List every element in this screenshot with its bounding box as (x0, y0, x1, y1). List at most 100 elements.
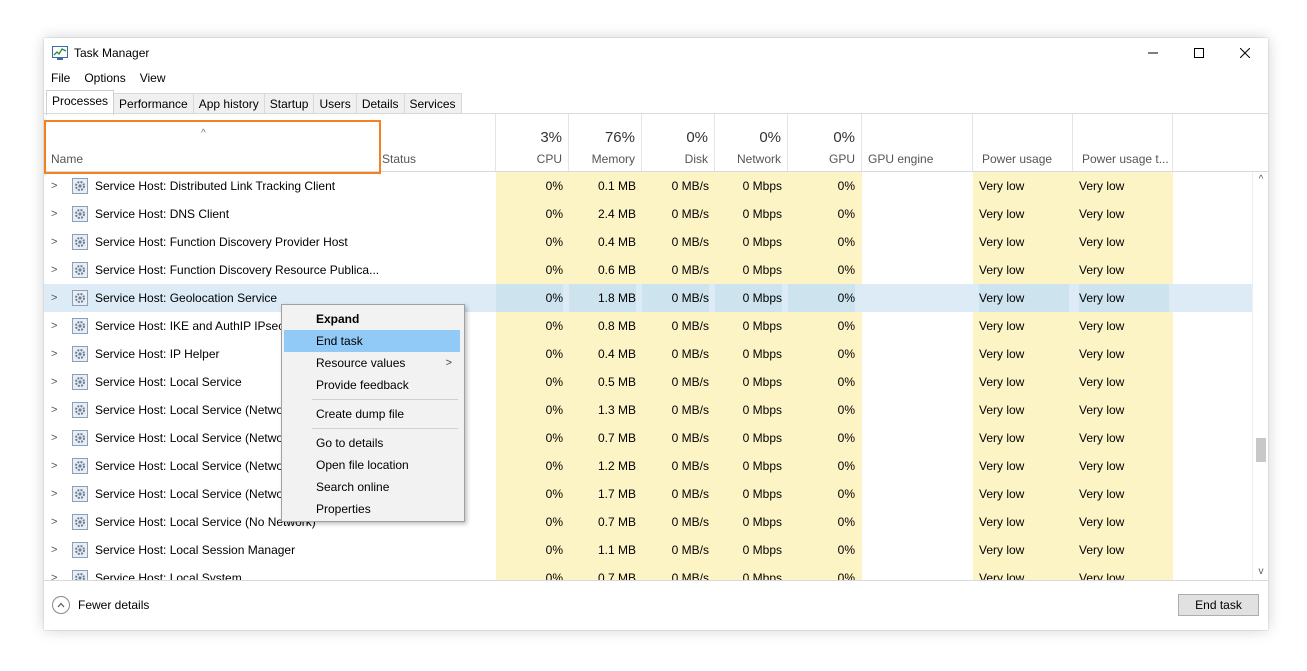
gpu-column-header[interactable]: 0% GPU (788, 114, 862, 171)
disk-cell: 0 MB/s (671, 263, 709, 277)
table-row[interactable]: > Service Host: Function Discovery Provid… (44, 228, 1252, 256)
table-row[interactable]: > Service Host: Local Service 0% 0.5 MB 0 MB… (44, 368, 1252, 396)
disk-cell: 0 MB/s (671, 375, 709, 389)
close-button[interactable] (1222, 38, 1268, 68)
cpu-cell: 0% (545, 403, 563, 417)
expand-chevron-icon[interactable]: > (51, 172, 57, 200)
gpu-engine-column-label: GPU engine (868, 152, 934, 166)
tab-app-history[interactable]: App history (192, 93, 265, 114)
task-manager-app-icon (52, 46, 68, 60)
expand-chevron-icon[interactable]: > (51, 200, 57, 228)
table-row[interactable]: > Service Host: Distributed Link Tracking… (44, 172, 1252, 200)
service-gear-icon (72, 430, 88, 446)
fewer-details-link[interactable]: Fewer details (52, 596, 149, 614)
menu-item-resource-values[interactable]: Resource values > (284, 352, 460, 374)
table-row[interactable]: > Service Host: Local Service (Networ 0% 0.… (44, 424, 1252, 452)
memory-column-header[interactable]: 76% Memory (569, 114, 642, 171)
menu-item-search-online[interactable]: Search online (284, 476, 460, 498)
menu-file[interactable]: File (44, 69, 77, 89)
disk-cell: 0 MB/s (671, 459, 709, 473)
scroll-down-icon[interactable]: v (1253, 564, 1268, 580)
service-gear-icon (72, 318, 88, 334)
expand-chevron-icon[interactable]: > (51, 452, 57, 480)
scrollbar-thumb[interactable] (1256, 438, 1266, 462)
menu-item-provide-feedback[interactable]: Provide feedback (284, 374, 460, 396)
disk-cell: 0 MB/s (642, 284, 709, 312)
expand-chevron-icon[interactable]: > (51, 396, 57, 424)
tab-startup[interactable]: Startup (263, 93, 315, 114)
cpu-cell: 0% (545, 543, 563, 557)
network-cell: 0 Mbps (742, 347, 782, 361)
close-icon (1240, 48, 1250, 58)
expand-chevron-icon[interactable]: > (51, 284, 57, 312)
tab-details[interactable]: Details (355, 93, 405, 114)
gpu-cell: 0% (837, 487, 855, 501)
process-name: Service Host: Geolocation Service (95, 291, 278, 305)
disk-column-header[interactable]: 0% Disk (642, 114, 715, 171)
table-row[interactable]: > Service Host: Geolocation Service 0% 1.8 … (44, 284, 1252, 312)
tab-processes[interactable]: Processes (46, 90, 115, 115)
menu-item-go-to-details[interactable]: Go to details (284, 432, 460, 454)
cpu-column-header[interactable]: 3% CPU (496, 114, 569, 171)
tab-performance[interactable]: Performance (113, 93, 194, 114)
gpu-cell: 0% (837, 207, 855, 221)
gpu-engine-column-header[interactable]: GPU engine (862, 114, 973, 171)
table-row[interactable]: > Service Host: IKE and AuthIP IPsec K 0% 0… (44, 312, 1252, 340)
expand-chevron-icon[interactable]: > (51, 508, 57, 536)
power-usage-cell: Very low (979, 431, 1025, 445)
network-column-header[interactable]: 0% Network (715, 114, 788, 171)
submenu-arrow-icon: > (445, 357, 452, 369)
table-row[interactable]: > Service Host: Local Session Manager 0% 1.… (44, 536, 1252, 564)
scroll-up-icon[interactable]: ^ (1253, 172, 1268, 188)
expand-chevron-icon[interactable]: > (51, 256, 57, 284)
table-row[interactable]: > Service Host: Local Service (Networ 0% 1.… (44, 480, 1252, 508)
table-row[interactable]: > Service Host: Local Service (Networ 0% 1.… (44, 452, 1252, 480)
gpu-cell: 0% (788, 284, 855, 312)
tab-services[interactable]: Services (403, 93, 462, 114)
expand-chevron-icon[interactable]: > (51, 368, 57, 396)
menu-item-open-file-location[interactable]: Open file location (284, 454, 460, 476)
menu-view[interactable]: View (133, 69, 173, 89)
table-row[interactable]: > Service Host: Function Discovery Resour… (44, 256, 1252, 284)
expand-chevron-icon[interactable]: > (51, 424, 57, 452)
process-name: Service Host: Local Service (Networ (95, 403, 288, 417)
table-row[interactable]: > Service Host: Local Service (Networ 0% 1.… (44, 396, 1252, 424)
tab-users[interactable]: Users (313, 93, 357, 114)
power-trend-column-header[interactable]: Power usage t... (1073, 114, 1173, 171)
process-name: Service Host: Local Service (Networ (95, 459, 288, 473)
expand-chevron-icon[interactable]: > (51, 340, 57, 368)
expand-chevron-icon[interactable]: > (51, 536, 57, 564)
minimize-button[interactable] (1130, 38, 1176, 68)
table-row[interactable]: > Service Host: DNS Client 0% 2.4 MB 0 MB/s 0… (44, 200, 1252, 228)
expand-chevron-icon[interactable]: > (51, 312, 57, 340)
table-row[interactable]: > Service Host: Local System 0% 0.7 MB 0 MB/… (44, 564, 1252, 580)
table-row[interactable]: > Service Host: Local Service (No Network… (44, 508, 1252, 536)
memory-column-label: Memory (591, 152, 635, 166)
network-cell: 0 Mbps (742, 459, 782, 473)
menu-item-expand[interactable]: Expand (284, 308, 460, 330)
expand-chevron-icon[interactable]: > (51, 228, 57, 256)
menu-item-end-task[interactable]: End task (284, 330, 460, 352)
cpu-cell: 0% (545, 487, 563, 501)
expand-chevron-icon[interactable]: > (51, 480, 57, 508)
status-column-label[interactable]: Status (382, 152, 416, 166)
cpu-cell: 0% (545, 207, 563, 221)
power-usage-column-header[interactable]: Power usage (973, 114, 1073, 171)
expand-chevron-icon[interactable]: > (51, 564, 57, 580)
power-trend-cell: Very low (1079, 284, 1169, 312)
network-cell: 0 Mbps (742, 403, 782, 417)
menu-item-create-dump-file[interactable]: Create dump file (284, 403, 460, 425)
power-usage-cell: Very low (979, 459, 1025, 473)
cpu-column-label: CPU (536, 152, 562, 166)
menu-item-properties[interactable]: Properties (284, 498, 460, 520)
cpu-cell: 0% (496, 284, 563, 312)
process-name: Service Host: Function Discovery Provide… (95, 235, 348, 249)
menu-options[interactable]: Options (77, 69, 132, 89)
service-gear-icon (72, 262, 88, 278)
table-row[interactable]: > Service Host: IP Helper 0% 0.4 MB 0 MB/s 0 … (44, 340, 1252, 368)
disk-total: 0% (686, 129, 708, 146)
maximize-button[interactable] (1176, 38, 1222, 68)
end-task-button[interactable]: End task (1178, 594, 1259, 616)
vertical-scrollbar[interactable]: ^ v (1252, 172, 1268, 580)
power-usage-cell: Very low (979, 403, 1025, 417)
